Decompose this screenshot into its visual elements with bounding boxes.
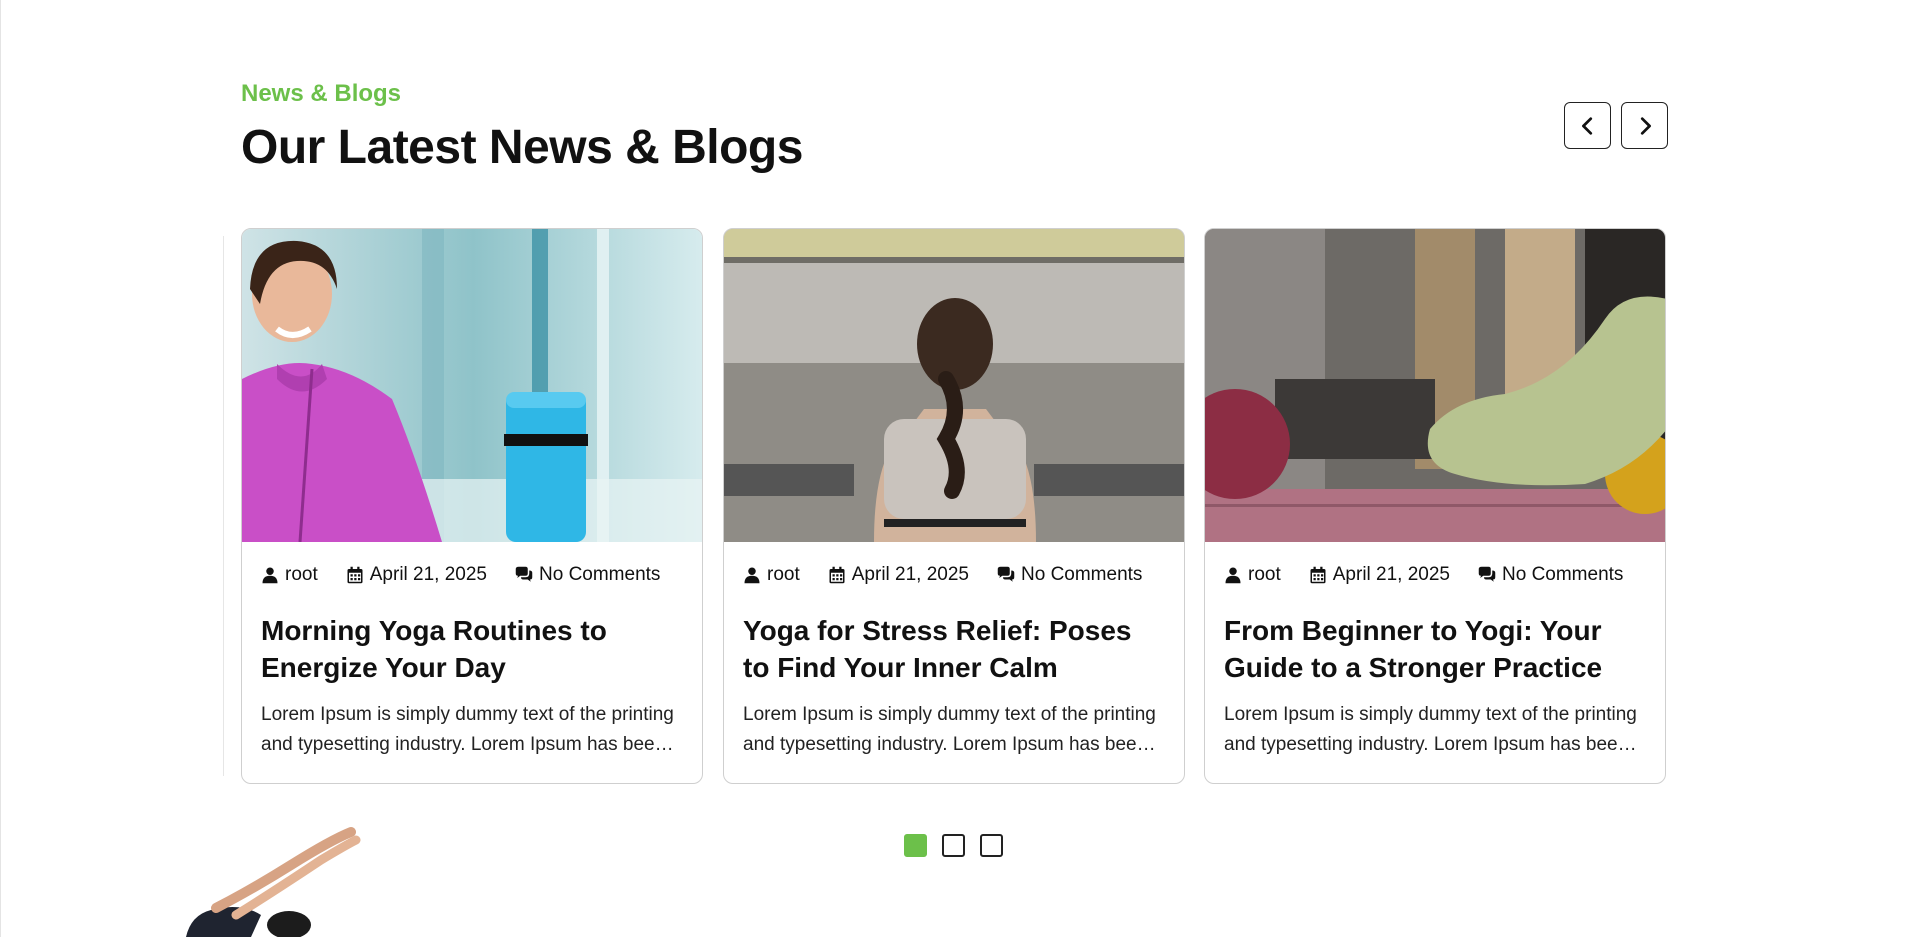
chevron-right-icon xyxy=(1640,116,1651,135)
section-eyebrow: News & Blogs xyxy=(241,80,402,107)
meta-comments-label: No Comments xyxy=(1502,564,1624,585)
meta-author[interactable]: root xyxy=(1224,564,1281,586)
user-icon xyxy=(1225,567,1241,584)
blog-card[interactable]: root April 21, 2025 No Comments Yoga for… xyxy=(723,228,1185,784)
carousel-pagination xyxy=(904,834,1003,857)
blog-card-excerpt: Lorem Ipsum is simply dummy text of the … xyxy=(261,704,674,755)
meta-author[interactable]: root xyxy=(743,564,800,586)
meta-comments-label: No Comments xyxy=(1021,564,1143,585)
meta-date[interactable]: April 21, 2025 xyxy=(1309,564,1450,586)
meta-author[interactable]: root xyxy=(261,564,318,586)
blog-card-meta: root April 21, 2025 No Comments xyxy=(1224,564,1646,586)
chevron-left-icon xyxy=(1581,116,1592,135)
user-icon xyxy=(262,567,278,584)
blog-card-meta: root April 21, 2025 No Comments xyxy=(743,564,1165,586)
blog-card-image[interactable] xyxy=(724,229,1184,542)
user-icon xyxy=(744,567,760,584)
meta-author-label: root xyxy=(767,564,800,585)
blog-card-excerpt: Lorem Ipsum is simply dummy text of the … xyxy=(1224,704,1637,755)
blog-card-title[interactable]: Morning Yoga Routines to Energize Your D… xyxy=(261,612,683,686)
blog-card-meta: root April 21, 2025 No Comments xyxy=(261,564,683,586)
blog-card-image[interactable] xyxy=(1205,229,1665,542)
meta-comments-label: No Comments xyxy=(539,564,661,585)
blog-card-excerpt: Lorem Ipsum is simply dummy text of the … xyxy=(743,704,1156,755)
blog-card-image[interactable] xyxy=(242,229,702,542)
carousel-prev-button[interactable] xyxy=(1564,102,1611,149)
blog-card-title[interactable]: Yoga for Stress Relief: Poses to Find Yo… xyxy=(743,612,1165,686)
calendar-icon xyxy=(829,566,845,584)
carousel-next-button[interactable] xyxy=(1621,102,1668,149)
comments-icon xyxy=(997,566,1015,582)
calendar-icon xyxy=(347,566,363,584)
pagination-dot[interactable] xyxy=(942,834,965,857)
carousel-edge-divider xyxy=(223,236,224,776)
meta-date[interactable]: April 21, 2025 xyxy=(828,564,969,586)
calendar-icon xyxy=(1310,566,1326,584)
meta-comments[interactable]: No Comments xyxy=(515,564,660,586)
comments-icon xyxy=(1478,566,1496,582)
decorative-yoga-figure xyxy=(186,827,361,937)
meta-comments[interactable]: No Comments xyxy=(997,564,1142,586)
comments-icon xyxy=(515,566,533,582)
blog-section: News & Blogs Our Latest News & Blogs roo… xyxy=(0,0,1911,937)
meta-author-label: root xyxy=(1248,564,1281,585)
pagination-dot[interactable] xyxy=(904,834,927,857)
meta-comments[interactable]: No Comments xyxy=(1478,564,1623,586)
meta-date-label: April 21, 2025 xyxy=(851,564,969,585)
blog-card[interactable]: root April 21, 2025 No Comments From Beg… xyxy=(1204,228,1666,784)
meta-date-label: April 21, 2025 xyxy=(369,564,487,585)
pagination-dot[interactable] xyxy=(980,834,1003,857)
section-title: Our Latest News & Blogs xyxy=(241,121,803,174)
blog-card[interactable]: root April 21, 2025 No Comments Morning … xyxy=(241,228,703,784)
meta-date-label: April 21, 2025 xyxy=(1332,564,1450,585)
meta-author-label: root xyxy=(285,564,318,585)
blog-card-title[interactable]: From Beginner to Yogi: Your Guide to a S… xyxy=(1224,612,1646,686)
meta-date[interactable]: April 21, 2025 xyxy=(346,564,487,586)
